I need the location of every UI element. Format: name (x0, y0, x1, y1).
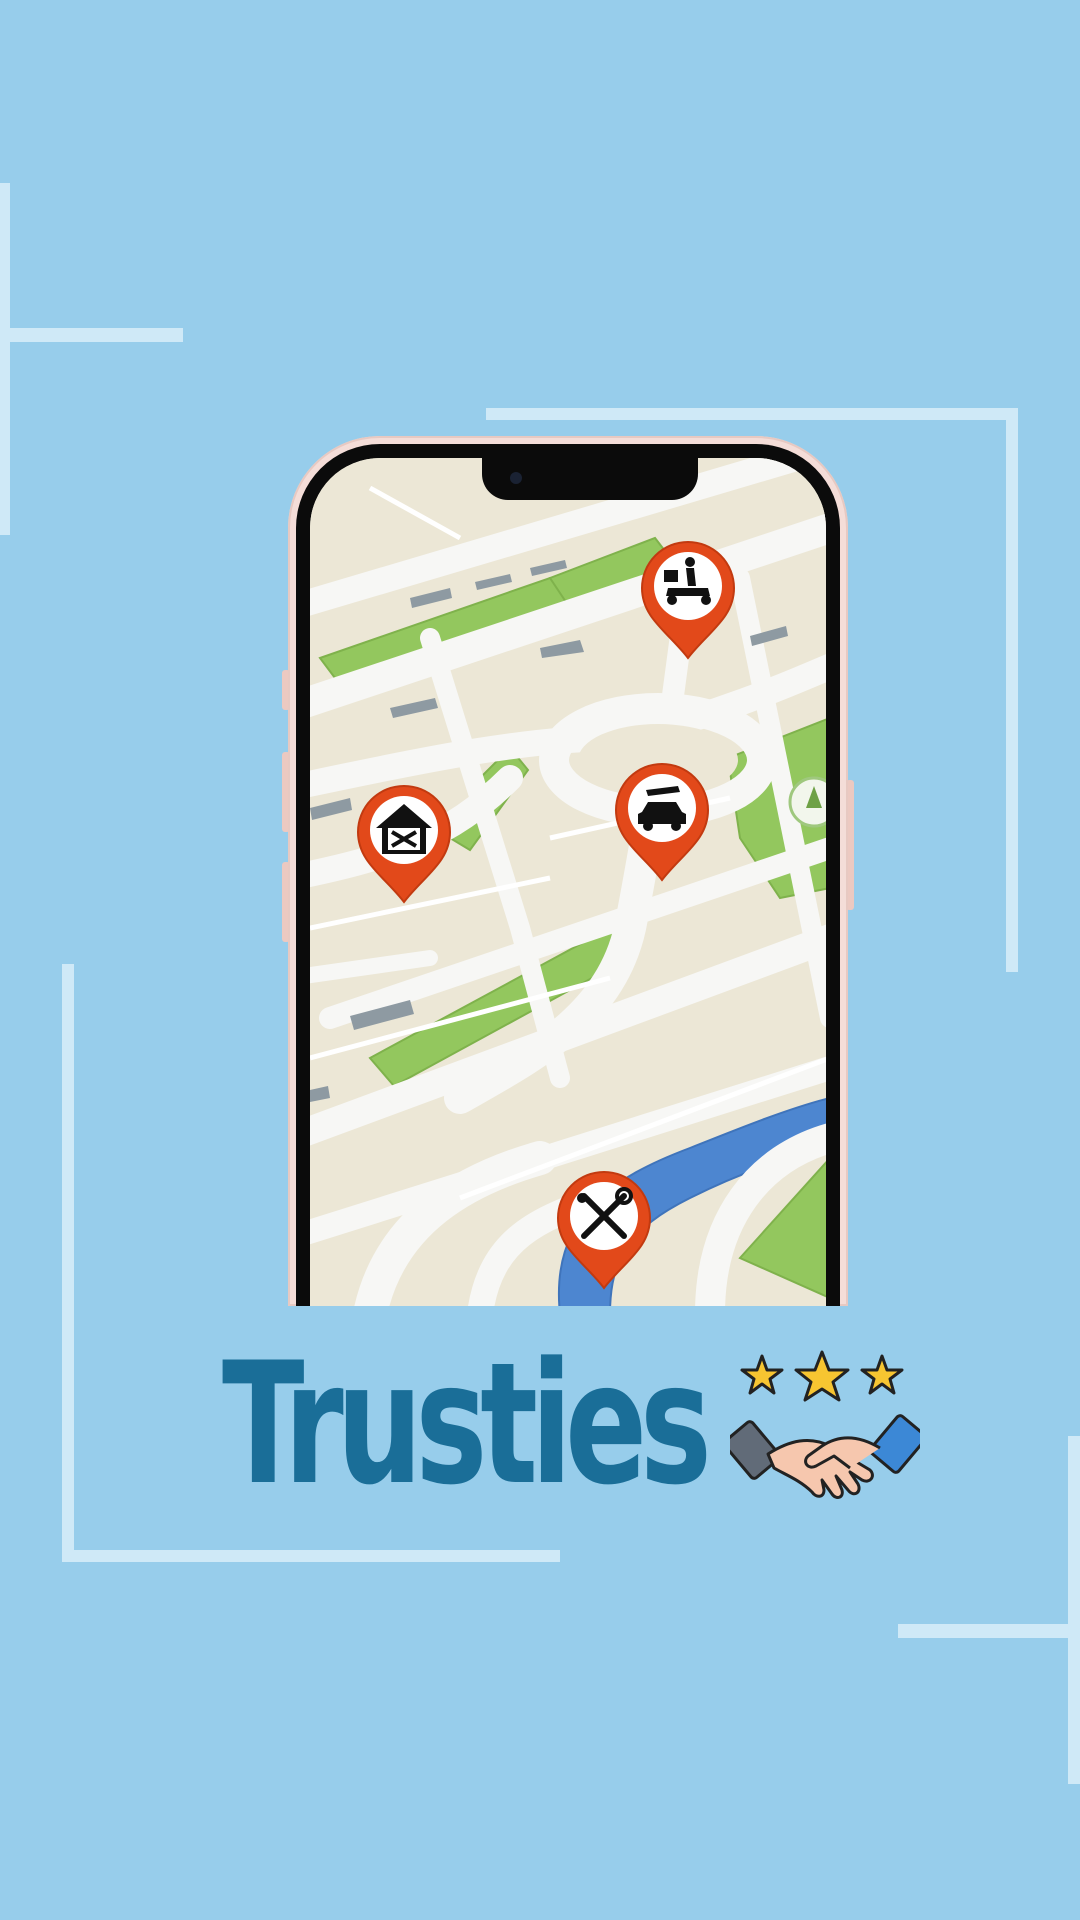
camera-icon (510, 472, 522, 484)
phone-frame (288, 436, 848, 1306)
car-service-pin[interactable] (612, 762, 712, 884)
decor-line (486, 408, 1018, 420)
park-marker-icon (788, 776, 826, 828)
decor-line (62, 964, 74, 1562)
decor-line (0, 183, 10, 535)
brand-title: Trusties (222, 1326, 712, 1522)
phone-notch (482, 458, 698, 500)
decor-line (1068, 1436, 1080, 1784)
phone-bezel (296, 444, 840, 1306)
decor-line (1006, 408, 1018, 972)
decor-line (0, 328, 183, 342)
delivery-pin[interactable] (638, 540, 738, 662)
decor-line (62, 1550, 560, 1562)
handshake-stars-icon (730, 1350, 920, 1499)
map-screen[interactable] (310, 458, 826, 1306)
star-icon (740, 1350, 904, 1402)
decor-line (898, 1624, 1080, 1638)
repair-tools-pin[interactable] (554, 1170, 654, 1292)
home-repair-pin[interactable] (354, 784, 454, 906)
